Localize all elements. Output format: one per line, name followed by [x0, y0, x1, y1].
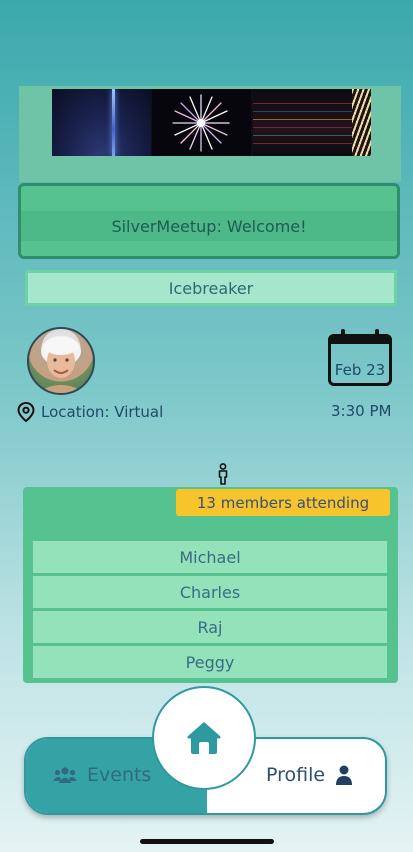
nav-profile-button[interactable]: Profile	[266, 764, 353, 786]
nav-events-button[interactable]: Events	[53, 764, 151, 786]
event-time: 3:30 PM	[331, 402, 392, 420]
event-title-card: SilverMeetup: Welcome!	[18, 183, 400, 259]
event-photo-strip[interactable]	[52, 89, 371, 156]
event-location: Location: Virtual	[17, 402, 163, 422]
event-category: Icebreaker	[25, 270, 397, 306]
user-icon	[336, 765, 353, 785]
map-pin-icon	[17, 402, 35, 422]
home-indicator	[140, 839, 274, 844]
member-item[interactable]: Charles	[33, 576, 387, 608]
location-label: Location: Virtual	[41, 403, 164, 421]
home-icon	[187, 722, 221, 754]
photo-light-beam	[52, 89, 151, 156]
photo-sparkler	[352, 89, 371, 156]
calendar-icon: Feb 23	[328, 329, 392, 386]
host-avatar[interactable]	[27, 327, 95, 395]
photo-light-streaks	[253, 89, 352, 156]
attending-count-badge: 13 members attending	[176, 489, 390, 516]
nav-events-label: Events	[87, 764, 152, 786]
member-item[interactable]: Michael	[33, 541, 387, 573]
event-title: SilverMeetup: Welcome!	[21, 211, 397, 241]
member-item[interactable]: Raj	[33, 611, 387, 643]
nav-profile-label: Profile	[266, 764, 326, 786]
photo-firework	[152, 89, 251, 156]
member-item[interactable]: Peggy	[33, 646, 387, 678]
users-icon	[53, 767, 77, 783]
event-date: Feb 23	[334, 361, 386, 379]
home-button[interactable]	[152, 686, 256, 790]
person-icon	[216, 463, 230, 489]
member-list: Michael Charles Raj Peggy	[33, 541, 387, 681]
